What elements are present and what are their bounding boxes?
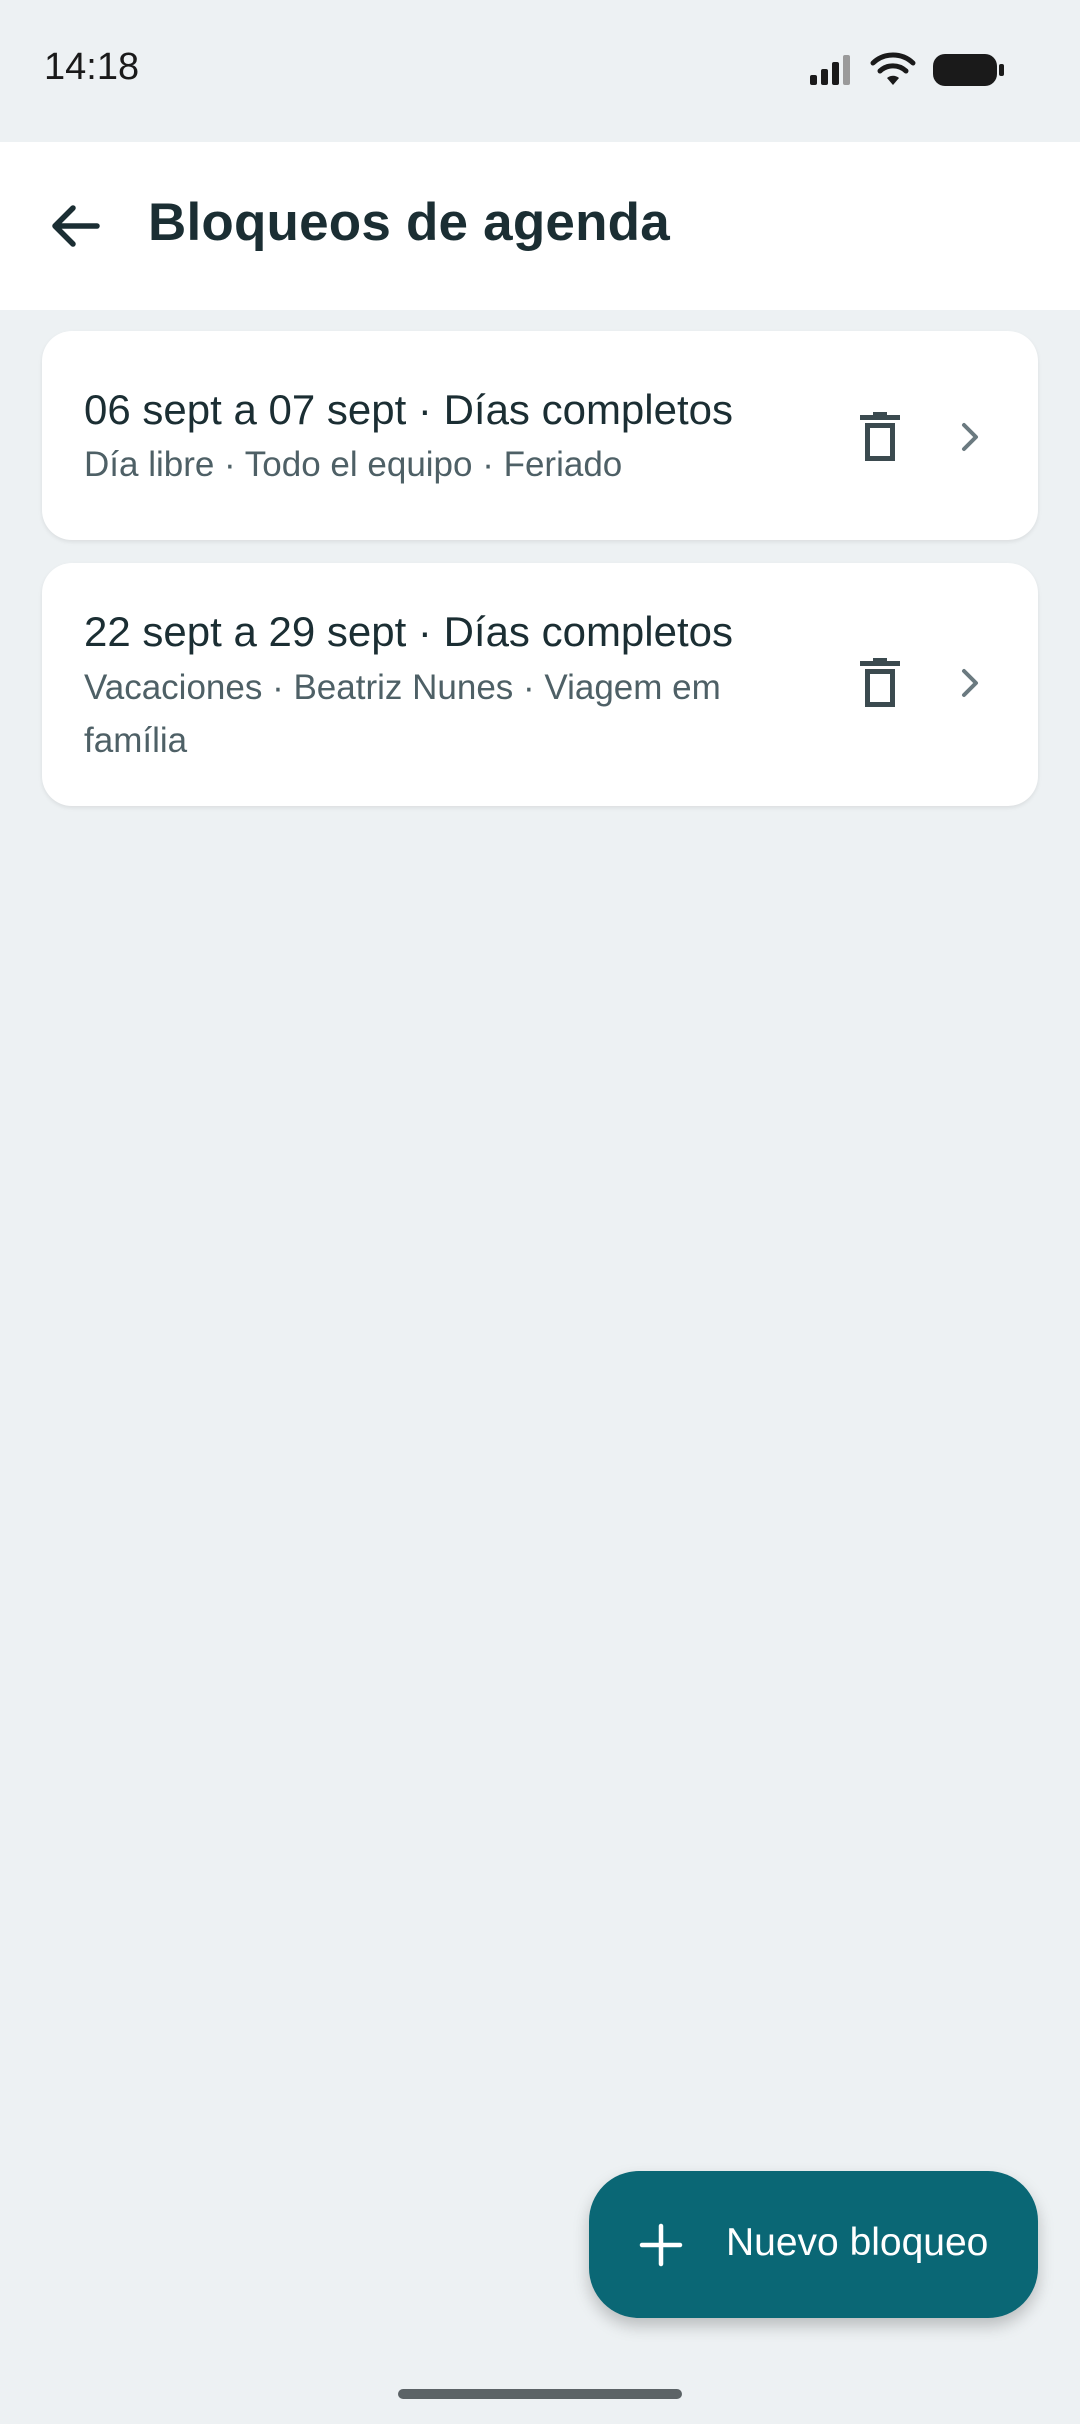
status-time: 14:18 xyxy=(44,46,140,88)
battery-icon xyxy=(933,54,1004,86)
new-block-label: Nuevo bloqueo xyxy=(726,2221,989,2264)
block-card[interactable]: 06 sept a 07 sept · Días completos Día l… xyxy=(42,331,1038,540)
arrow-back-icon xyxy=(52,205,100,247)
chevron-right-icon xyxy=(962,423,978,451)
chevron-right-icon xyxy=(962,669,978,697)
block-subtitle: Día libre · Todo el equipo · Feriado xyxy=(84,445,623,484)
block-title: 06 sept a 07 sept · Días completos xyxy=(84,386,734,433)
screen: 14:18 Bloqueos de agenda 06 sept a 07 se… xyxy=(0,0,1080,2424)
delete-button[interactable] xyxy=(844,647,916,719)
block-card[interactable]: 22 sept a 29 sept · Días completos Vacac… xyxy=(42,563,1038,806)
wifi-icon xyxy=(870,52,916,85)
block-title: 22 sept a 29 sept · Días completos xyxy=(84,608,734,655)
plus-icon xyxy=(639,2223,683,2267)
trash-icon xyxy=(860,658,900,707)
new-block-button[interactable]: Nuevo bloqueo xyxy=(589,2171,1038,2318)
status-icons xyxy=(808,52,1006,88)
signal-icon xyxy=(810,55,850,85)
home-indicator[interactable] xyxy=(398,2389,682,2399)
delete-button[interactable] xyxy=(844,401,916,473)
app-bar: Bloqueos de agenda xyxy=(0,142,1080,310)
status-bar: 14:18 xyxy=(0,0,1080,142)
open-block-button[interactable] xyxy=(946,401,994,473)
open-block-button[interactable] xyxy=(946,647,994,719)
trash-icon xyxy=(860,412,900,461)
page-title: Bloqueos de agenda xyxy=(148,193,670,252)
back-button[interactable] xyxy=(30,184,120,268)
block-subtitle: Vacaciones · Beatriz Nunes · Viagem em f… xyxy=(84,668,721,760)
